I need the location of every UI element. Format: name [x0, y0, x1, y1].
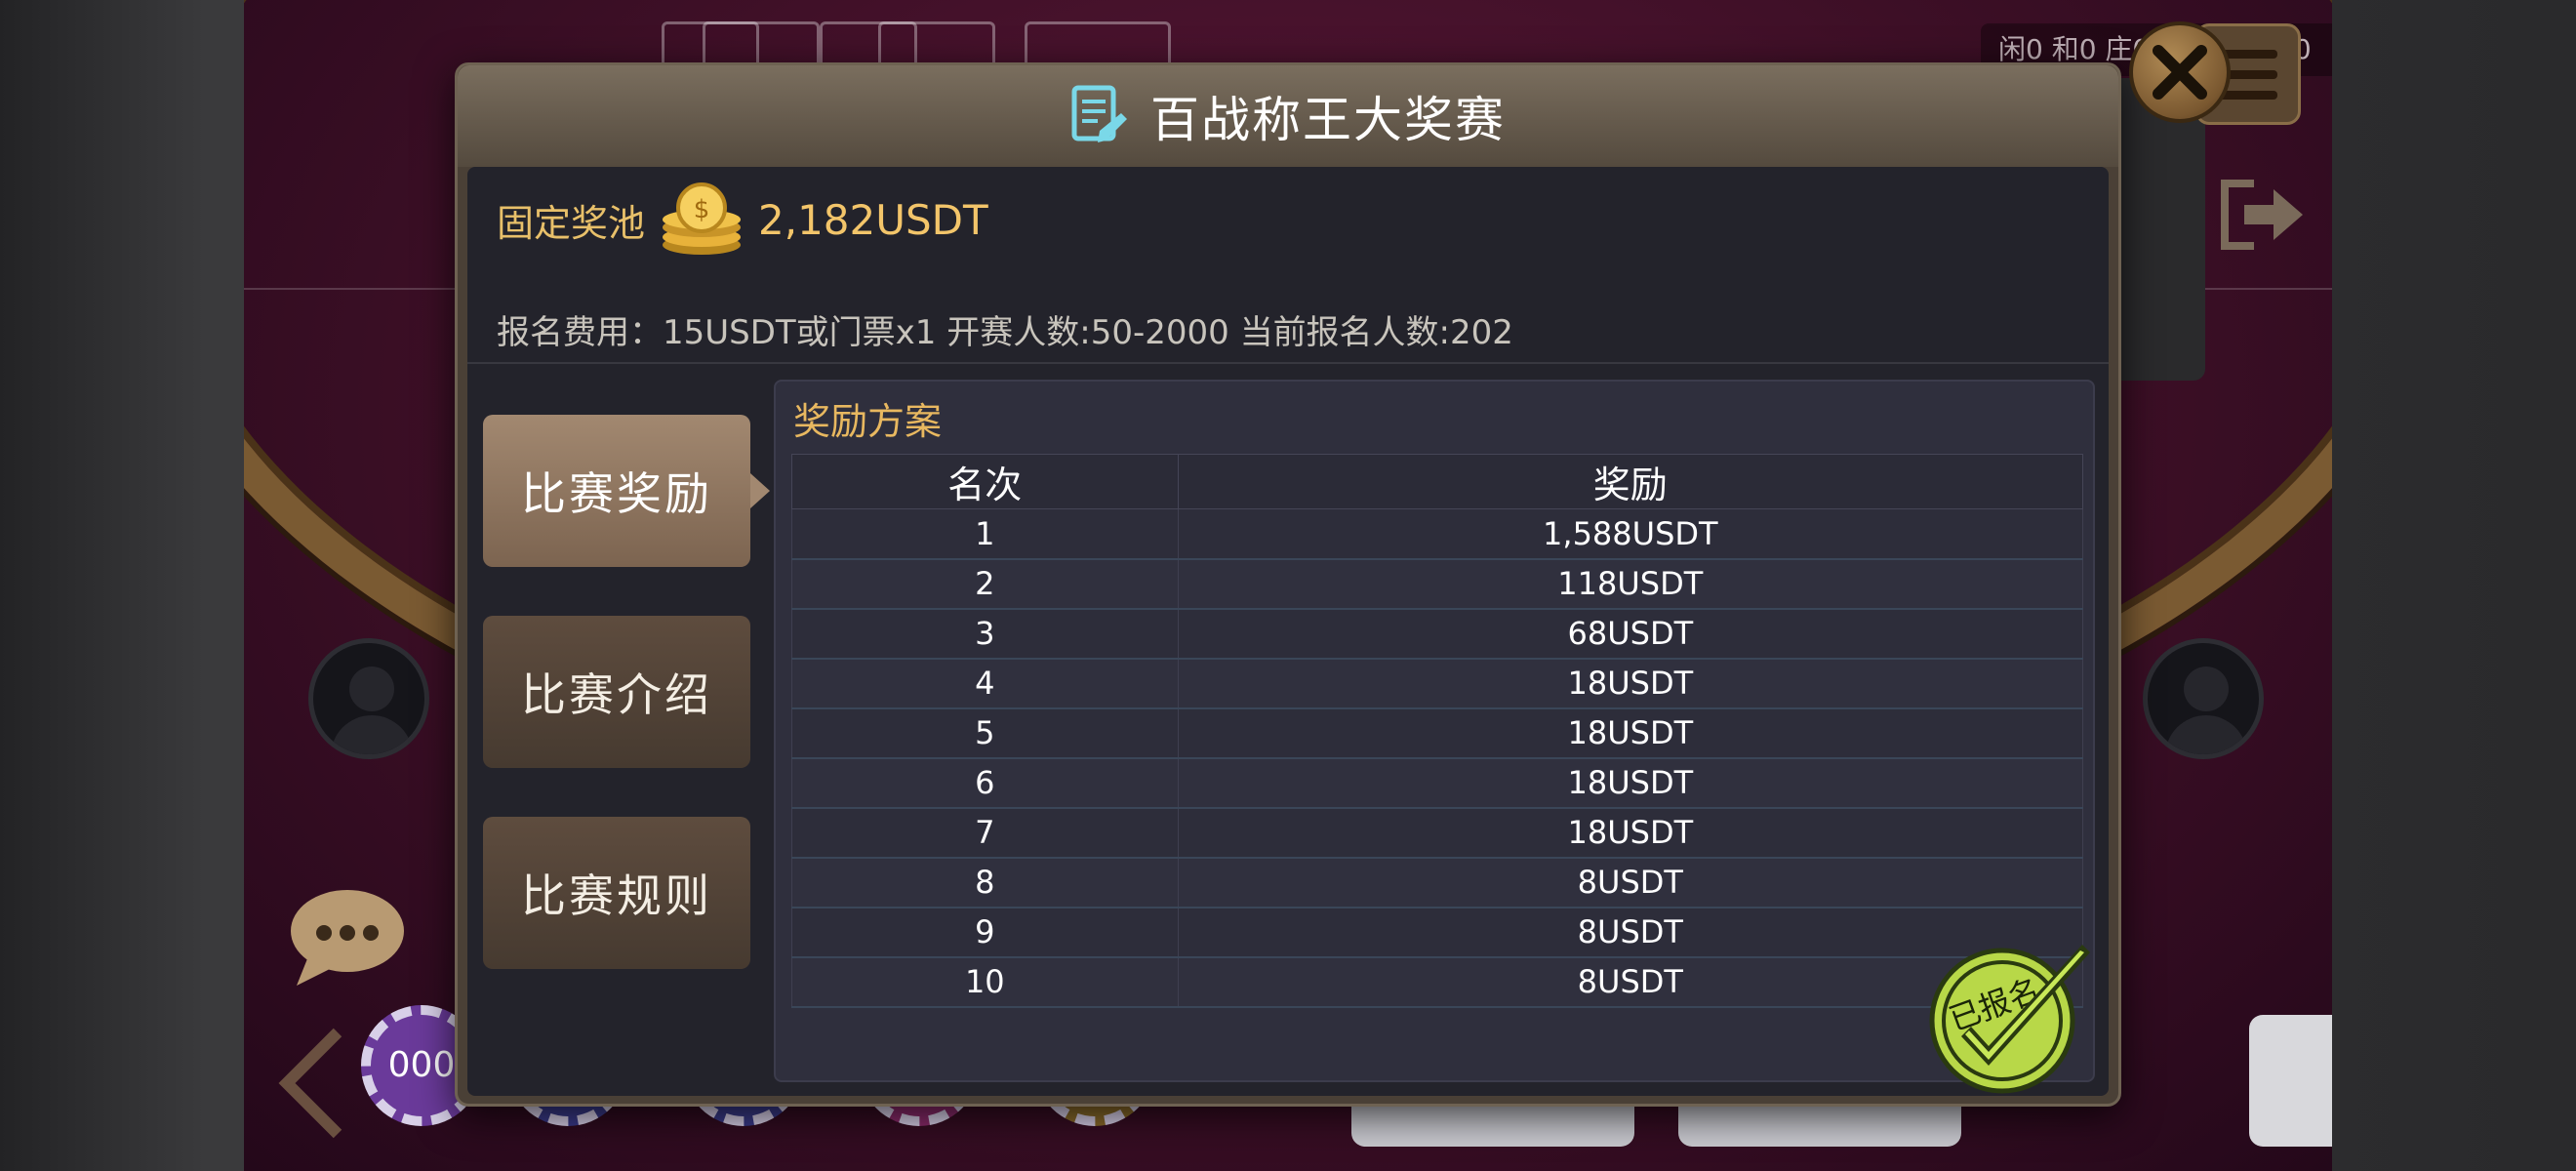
- prize-pool-value: 2,182USDT: [758, 195, 988, 244]
- rank-cell: 3: [791, 608, 1179, 660]
- rank-cell: 2: [791, 558, 1179, 610]
- rank-cell: 1: [791, 508, 1179, 560]
- table-row: 4 18USDT: [791, 658, 2084, 709]
- menu-icon-line: [2219, 90, 2277, 100]
- player-avatar-right[interactable]: [2143, 638, 2264, 759]
- rank-cell: 7: [791, 807, 1179, 859]
- modal-title: 百战称王大奖赛: [1150, 92, 1506, 148]
- avatar-head: [349, 666, 394, 711]
- table-row: 10 8USDT: [791, 956, 2084, 1008]
- reward-cell: 68USDT: [1177, 608, 2084, 660]
- reward-cell: 18USDT: [1177, 757, 2084, 809]
- svg-text:$: $: [694, 195, 710, 224]
- rank-cell: 6: [791, 757, 1179, 809]
- reward-cell: 18USDT: [1177, 707, 2084, 759]
- tab-match-rewards[interactable]: 比赛奖励: [483, 415, 750, 567]
- player-avatar-left[interactable]: [308, 638, 429, 759]
- reward-cell: 18USDT: [1177, 658, 2084, 709]
- registered-stamp-icon: 已报名: [1929, 945, 2090, 1094]
- close-icon: [2153, 45, 2207, 100]
- game-screen: 闲0 和0 庄0 闲对0 庄对0 000: [0, 0, 2576, 1171]
- rank-cell: 5: [791, 707, 1179, 759]
- column-header-rank: 名次: [791, 454, 1179, 509]
- modal-body: 固定奖池 $ 2,182USDT 报名费用：15USDT或门票x1 开赛人数:5…: [467, 167, 2109, 1096]
- document-icon: [1071, 85, 1127, 142]
- tournament-modal: 百战称王大奖赛 固定奖池 $ 2,182USDT 报名费用：15USDT或门票x…: [455, 62, 2121, 1107]
- prize-pool-row: 固定奖池 $ 2,182USDT: [497, 181, 988, 259]
- reward-cell: 118USDT: [1177, 558, 2084, 610]
- table-row: 5 18USDT: [791, 707, 2084, 759]
- avatar-body: [331, 715, 413, 754]
- tab-match-rules[interactable]: 比赛规则: [483, 817, 750, 969]
- table-row: 3 68USDT: [791, 608, 2084, 660]
- reward-table: 名次 奖励 1 1,588USDT 2 118USDT 3 68USDT 4 18USD…: [791, 454, 2084, 1008]
- exit-icon[interactable]: [2215, 176, 2309, 254]
- avatar-body: [2165, 715, 2247, 754]
- reward-panel: 奖励方案 名次 奖励 1 1,588USDT 2 118USDT 3 68USDT 4…: [774, 380, 2095, 1082]
- rank-cell: 9: [791, 907, 1179, 958]
- title-wrap: 百战称王大奖赛: [458, 65, 2118, 167]
- rank-cell: 8: [791, 857, 1179, 909]
- reward-cell: 18USDT: [1177, 807, 2084, 859]
- rank-cell: 4: [791, 658, 1179, 709]
- table-row: 2 118USDT: [791, 558, 2084, 610]
- close-button[interactable]: [2129, 21, 2231, 123]
- rank-cell: 10: [791, 956, 1179, 1008]
- reward-cell: 8USDT: [1177, 857, 2084, 909]
- side-panel: [2117, 78, 2205, 381]
- divider: [467, 362, 2109, 364]
- reward-cell: 1,588USDT: [1177, 508, 2084, 560]
- prize-pool-label: 固定奖池: [497, 201, 646, 245]
- table-row: 8 8USDT: [791, 857, 2084, 909]
- table-row: 1 1,588USDT: [791, 508, 2084, 560]
- column-header-reward: 奖励: [1177, 454, 2084, 509]
- gold-coins-icon: $: [663, 182, 742, 255]
- active-tab-pointer: [750, 473, 770, 508]
- reward-plan-title: 奖励方案: [793, 400, 943, 443]
- table-row: 6 18USDT: [791, 757, 2084, 809]
- registration-info: 报名费用：15USDT或门票x1 开赛人数:50-2000 当前报名人数:202: [497, 313, 1513, 352]
- back-arrow-icon[interactable]: [273, 1025, 351, 1142]
- modal-header: 百战称王大奖赛: [458, 65, 2118, 167]
- chip-label: 000: [387, 1045, 456, 1085]
- confirm-button[interactable]: 确认: [2249, 1015, 2332, 1147]
- tab-match-intro[interactable]: 比赛介绍: [483, 616, 750, 768]
- table-row: 7 18USDT: [791, 807, 2084, 859]
- avatar-head: [2184, 666, 2229, 711]
- table-row: 9 8USDT: [791, 907, 2084, 958]
- chat-icon[interactable]: [289, 888, 406, 986]
